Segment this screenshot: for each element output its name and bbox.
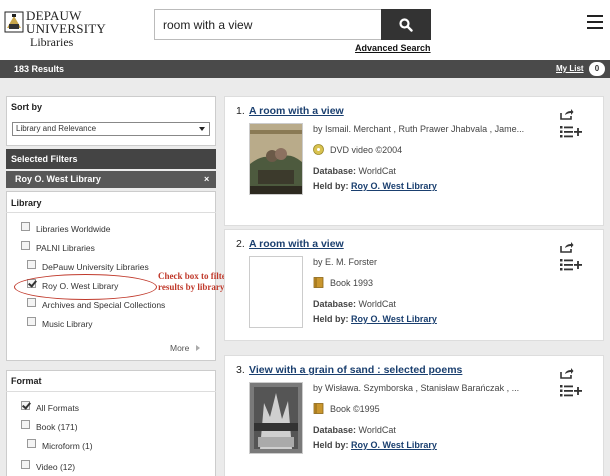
remove-filter-icon[interactable]: ×: [204, 174, 209, 184]
library-checkbox[interactable]: [27, 298, 36, 307]
format-checkbox[interactable]: [21, 460, 30, 469]
library-checkbox-label[interactable]: DePauw University Libraries: [42, 262, 149, 272]
result-held-by: Held by: Roy O. West Library: [313, 440, 437, 450]
annotation-ellipse: [14, 274, 157, 300]
selected-filters-heading: Selected Filters: [11, 154, 78, 164]
result-title-link[interactable]: A room with a view: [249, 105, 344, 117]
held-by-label: Held by:: [313, 314, 349, 324]
results-bar: 183 Results My List 0: [0, 60, 610, 78]
held-by-library-link[interactable]: Roy O. West Library: [351, 440, 437, 450]
held-by-label: Held by:: [313, 181, 349, 191]
result-database: Database: WorldCat: [313, 166, 396, 176]
library-seal-icon: [4, 11, 24, 33]
share-icon[interactable]: [560, 108, 574, 120]
sort-select-value: Library and Relevance: [16, 124, 97, 133]
result-database: Database: WorldCat: [313, 299, 396, 309]
library-checkbox-label[interactable]: PALNI Libraries: [36, 243, 95, 253]
held-by-library-link[interactable]: Roy O. West Library: [351, 314, 437, 324]
library-heading: Library: [11, 198, 42, 208]
sort-heading: Sort by: [11, 102, 43, 112]
add-to-list-icon[interactable]: [560, 384, 582, 398]
format-checkbox-label[interactable]: Book (171): [36, 422, 78, 432]
sort-select[interactable]: Library and Relevance: [12, 122, 210, 136]
my-list-count-badge: 0: [589, 62, 605, 76]
database-value: WorldCat: [358, 166, 396, 176]
result-format: Book ©1995: [330, 404, 380, 414]
result-format: DVD video ©2004: [330, 145, 403, 155]
add-to-list-icon[interactable]: [560, 125, 582, 139]
advanced-search-link[interactable]: Advanced Search: [355, 43, 431, 53]
result-title-link[interactable]: View with a grain of sand : selected poe…: [249, 364, 462, 376]
format-checkbox[interactable]: [21, 401, 30, 410]
result-title-link[interactable]: A room with a view: [249, 238, 344, 250]
site-header: DEPAUW UNIVERSITY Libraries Advanced Sea…: [0, 0, 610, 60]
result-number: 2.: [236, 238, 245, 250]
result-format: Book 1993: [330, 278, 374, 288]
add-to-list-icon[interactable]: [560, 258, 582, 272]
database-label: Database:: [313, 299, 357, 309]
result-thumbnail[interactable]: [249, 123, 303, 195]
university-logo[interactable]: DEPAUW UNIVERSITY Libraries: [4, 8, 114, 50]
held-by-label: Held by:: [313, 440, 349, 450]
library-checkbox-label[interactable]: Music Library: [42, 319, 93, 329]
held-by-library-link[interactable]: Roy O. West Library: [351, 181, 437, 191]
dvd-icon: [313, 144, 324, 155]
results-count: 183 Results: [14, 64, 65, 74]
book-icon: [313, 403, 324, 414]
result-authors: by E. M. Forster: [313, 257, 378, 267]
selected-filter-label: Roy O. West Library: [15, 174, 101, 184]
more-libraries-link[interactable]: More: [170, 343, 189, 353]
book-icon: [313, 403, 324, 414]
selected-filters-header: Selected Filters: [6, 149, 216, 169]
result-database: Database: WorldCat: [313, 425, 396, 435]
chevron-right-icon: [196, 345, 200, 351]
my-list-link[interactable]: My List: [556, 64, 584, 73]
library-checkbox-label[interactable]: Archives and Special Collections: [42, 300, 165, 310]
result-thumbnail[interactable]: [249, 382, 303, 454]
format-checkbox[interactable]: [21, 420, 30, 429]
result-number: 3.: [236, 364, 245, 376]
selected-filter-chip[interactable]: Roy O. West Library ×: [6, 171, 216, 188]
library-checkbox[interactable]: [27, 260, 36, 269]
cover-thumbnail: [250, 124, 302, 194]
database-value: WorldCat: [358, 425, 396, 435]
divider: [6, 391, 216, 392]
library-checkbox[interactable]: [27, 317, 36, 326]
result-held-by: Held by: Roy O. West Library: [313, 314, 437, 324]
database-label: Database:: [313, 166, 357, 176]
result-held-by: Held by: Roy O. West Library: [313, 181, 437, 191]
format-heading: Format: [11, 376, 42, 386]
divider: [6, 212, 216, 213]
database-label: Database:: [313, 425, 357, 435]
hamburger-menu-icon[interactable]: [587, 15, 603, 29]
share-icon[interactable]: [560, 367, 574, 379]
library-checkbox[interactable]: [21, 241, 30, 250]
search-button[interactable]: [381, 9, 431, 40]
book-icon: [313, 277, 324, 288]
chevron-down-icon: [199, 127, 205, 131]
book-icon: [313, 277, 324, 288]
search-icon: [399, 17, 413, 32]
format-checkbox-label[interactable]: All Formats: [36, 403, 79, 413]
cover-thumbnail: [250, 383, 302, 453]
logo-text-libraries: Libraries: [30, 35, 74, 49]
database-value: WorldCat: [358, 299, 396, 309]
share-icon[interactable]: [560, 241, 574, 253]
dvd-icon: [313, 144, 324, 155]
result-authors: by Ismail. Merchant , Ruth Prawer Jhabva…: [313, 124, 525, 134]
result-authors: by Wisława. Szymborska , Stanisław Barań…: [313, 383, 520, 393]
library-checkbox-label[interactable]: Libraries Worldwide: [36, 224, 110, 234]
library-checkbox[interactable]: [21, 222, 30, 231]
search-input[interactable]: [154, 9, 382, 40]
result-number: 1.: [236, 105, 245, 117]
result-thumbnail[interactable]: [249, 256, 303, 328]
format-checkbox-label[interactable]: Microform (1): [42, 441, 93, 451]
format-checkbox-label[interactable]: Video (12): [36, 462, 75, 472]
format-checkbox[interactable]: [27, 439, 36, 448]
